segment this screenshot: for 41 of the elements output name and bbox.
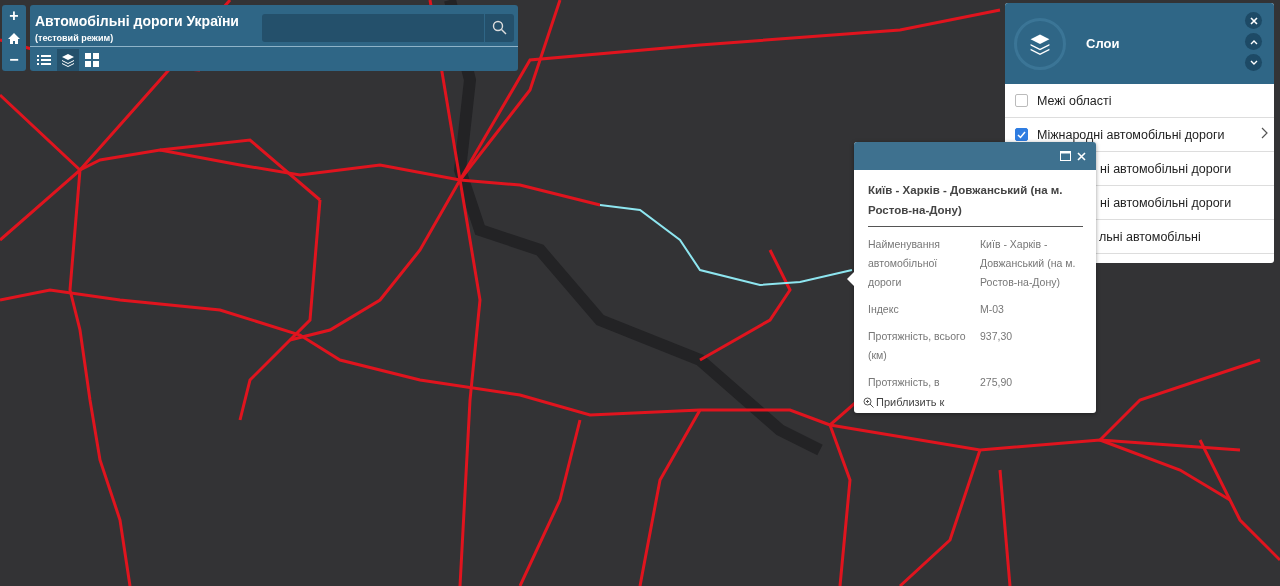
layers-icon [61, 53, 75, 67]
layers-icon [1029, 32, 1051, 55]
attribute-value: 275,90 [980, 375, 1014, 390]
zoom-in-icon [863, 396, 874, 408]
attribute-value: Київ - Харків - Довжанський (на м. Ростов-на-Дону) [980, 237, 1077, 290]
search-field[interactable] [262, 13, 514, 42]
chevron-right-icon[interactable] [1261, 127, 1268, 139]
layer-label[interactable]: Міжнародні автомобільні дороги [1037, 127, 1225, 142]
close-button[interactable] [1245, 12, 1262, 29]
zoom-to-link[interactable]: Приблизить к [863, 396, 945, 408]
zoom-in-button[interactable]: + [4, 7, 24, 25]
close-button[interactable] [1077, 151, 1086, 161]
layer-label[interactable]: ні автомобільні дороги [1100, 161, 1232, 176]
layer-label[interactable]: ні автомобільні дороги [1100, 195, 1232, 210]
chevron-down-icon [1249, 59, 1258, 66]
collapse-button[interactable] [1245, 33, 1262, 50]
close-icon [1249, 16, 1258, 25]
attribute-value: М-03 [980, 302, 1005, 317]
attribute-value: 937,30 [980, 329, 1014, 344]
maximize-button[interactable] [1060, 151, 1071, 161]
layer-label[interactable]: Межі області [1037, 93, 1112, 108]
layer-label[interactable]: льні автомобільні [1099, 229, 1201, 244]
chevron-up-icon [1249, 38, 1258, 45]
layer-checkbox[interactable] [1015, 94, 1028, 107]
zoom-out-button[interactable]: − [4, 51, 24, 69]
road-map-drawing[interactable] [0, 0, 1280, 586]
attribute-name: Найменування автомобільної дороги [868, 237, 941, 290]
layer-checkbox[interactable] [1015, 128, 1028, 141]
attribute-name: Індекс [868, 302, 900, 317]
app-subtitle: (тестовий режим) [35, 32, 115, 43]
expand-button[interactable] [1245, 54, 1262, 71]
layers-panel-title: Слои [1086, 36, 1120, 51]
attribute-name: Протяжність, всього (км) [868, 329, 967, 363]
list-icon [37, 54, 51, 66]
popup-title: Київ - Харків - Довжанський (на м. Ростов-на-Дону) [868, 180, 1083, 227]
toolbar-button[interactable] [57, 49, 79, 71]
app-title: Автомобільні дороги України [35, 12, 239, 29]
attribute-name: Протяжність, в [868, 375, 941, 390]
home-icon[interactable] [8, 32, 20, 44]
grid-icon [85, 53, 99, 67]
search-icon [492, 20, 507, 35]
